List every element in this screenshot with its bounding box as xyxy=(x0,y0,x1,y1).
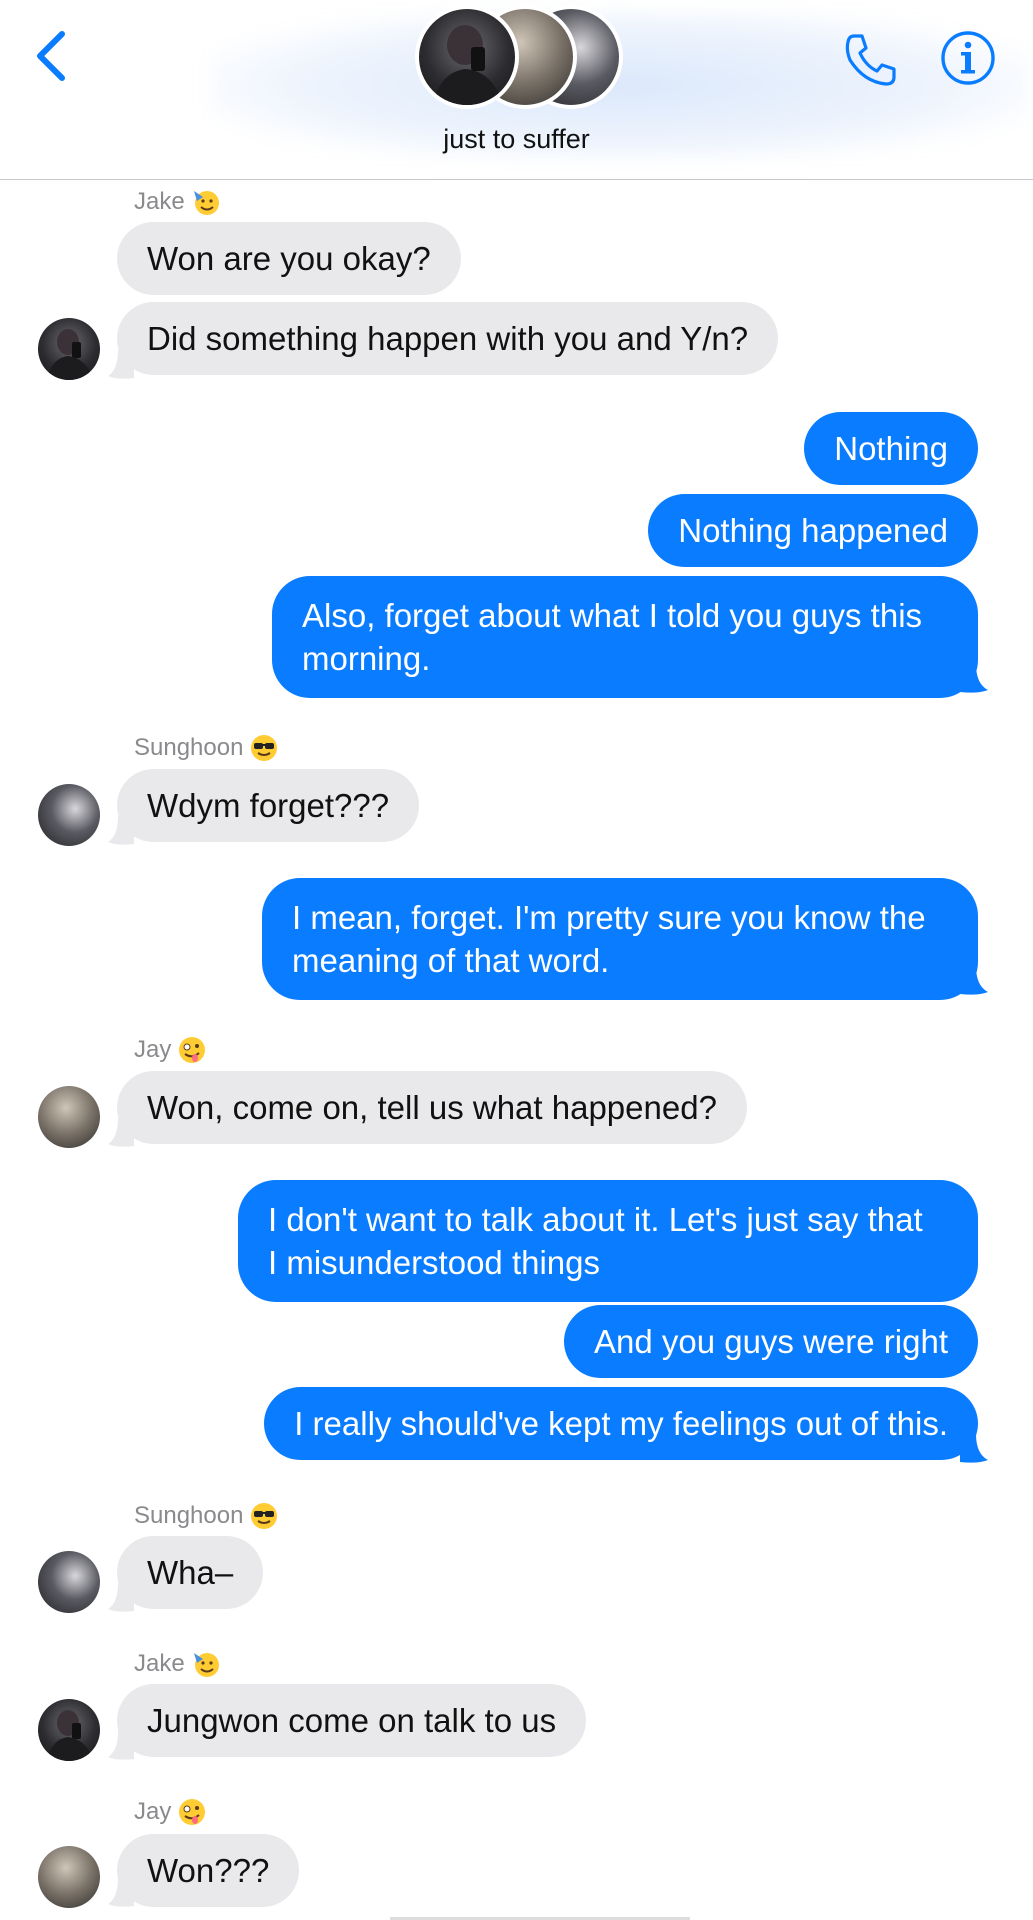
message-text-line: I mean, forget. I'm pretty sure you know… xyxy=(292,899,926,936)
sunglasses-face-emoji-icon xyxy=(251,1503,278,1529)
group-name[interactable]: just to suffer xyxy=(0,124,1033,155)
zany-face-emoji-icon xyxy=(179,1037,206,1063)
outgoing-message-bubble[interactable]: I don't want to talk about it. Let's jus… xyxy=(238,1180,978,1302)
avatar-jay[interactable] xyxy=(38,1086,100,1148)
sunglasses-face-emoji-icon xyxy=(251,735,278,761)
outgoing-message-bubble[interactable]: Also, forget about what I told you guys … xyxy=(272,576,978,698)
message-text: I really should've kept my feelings out … xyxy=(294,1405,948,1442)
outgoing-message-bubble[interactable]: Nothing xyxy=(804,412,978,485)
sender-label: Sunghoon xyxy=(134,734,244,761)
message-text: And you guys were right xyxy=(593,1323,948,1360)
outgoing-message-bubble[interactable]: And you guys were right xyxy=(563,1305,978,1378)
message-text: Nothing happened xyxy=(678,512,948,549)
sender-name: Jake xyxy=(134,1647,221,1681)
incoming-message-bubble[interactable]: Won??? xyxy=(117,1834,300,1907)
avatar-jay[interactable] xyxy=(38,1846,100,1908)
sender-name: Sunghoon xyxy=(134,1499,279,1533)
person-silhouette-icon xyxy=(46,1710,94,1761)
sender-name: Jay xyxy=(134,1033,207,1067)
conversation-header: just to suffer xyxy=(0,0,1033,180)
message-text: Jungwon come on talk to us xyxy=(147,1702,557,1739)
phone-icon xyxy=(845,34,896,86)
back-button[interactable] xyxy=(28,26,78,86)
message-text-line: Also, forget about what I told you guys … xyxy=(302,597,923,634)
person-silhouette-icon xyxy=(433,25,503,105)
incoming-message-bubble[interactable]: Did something happen with you and Y/n? xyxy=(117,302,779,375)
message-text: Won, come on, tell us what happened? xyxy=(147,1089,717,1126)
sender-name: Jake xyxy=(134,185,221,219)
avatar-jake[interactable] xyxy=(38,318,100,380)
outgoing-message-bubble[interactable]: Nothing happened xyxy=(648,494,978,567)
message-text-line: meaning of that word. xyxy=(292,942,610,979)
sender-label: Jay xyxy=(134,1798,172,1825)
person-silhouette-icon xyxy=(46,329,94,380)
partying-face-emoji-icon xyxy=(193,191,219,215)
message-text: Won??? xyxy=(147,1852,270,1889)
message-text-line: I don't want to talk about it. Let's jus… xyxy=(268,1201,923,1238)
incoming-message-bubble[interactable]: Won are you okay? xyxy=(117,222,461,295)
partying-face-emoji-icon xyxy=(193,1653,219,1677)
call-button[interactable] xyxy=(840,30,900,90)
outgoing-message-bubble[interactable]: I really should've kept my feelings out … xyxy=(264,1387,978,1460)
info-icon xyxy=(941,31,995,85)
message-text: Nothing xyxy=(834,430,948,467)
incoming-message-bubble[interactable]: Jungwon come on talk to us xyxy=(117,1684,587,1757)
message-text: Did something happen with you and Y/n? xyxy=(147,320,749,357)
sender-name: Jay xyxy=(134,1795,207,1829)
outgoing-message-bubble[interactable]: I mean, forget. I'm pretty sure you know… xyxy=(262,878,978,1000)
message-text: Wdym forget??? xyxy=(147,787,390,824)
chevron-left-icon xyxy=(37,31,65,81)
sender-name: Sunghoon xyxy=(134,731,279,765)
message-text: Wha– xyxy=(147,1554,234,1591)
incoming-message-bubble[interactable]: Wdym forget??? xyxy=(117,769,420,842)
sender-label: Jay xyxy=(134,1036,172,1063)
group-avatar-stack[interactable] xyxy=(415,5,625,109)
incoming-message-bubble[interactable]: Wha– xyxy=(117,1536,264,1609)
message-text-line: morning. xyxy=(302,640,431,677)
sender-label: Jake xyxy=(134,1650,185,1677)
sender-label: Sunghoon xyxy=(134,1502,244,1529)
avatar-sunghoon[interactable] xyxy=(38,1551,100,1613)
avatar-sunghoon[interactable] xyxy=(38,784,100,846)
group-avatar-1 xyxy=(415,5,519,109)
avatar-jake[interactable] xyxy=(38,1699,100,1761)
sender-label: Jake xyxy=(134,188,185,215)
message-text: Won are you okay? xyxy=(147,240,431,277)
message-text-line: I misunderstood things xyxy=(268,1244,601,1281)
zany-face-emoji-icon xyxy=(179,1799,206,1825)
incoming-message-bubble[interactable]: Won, come on, tell us what happened? xyxy=(117,1071,747,1144)
info-button[interactable] xyxy=(940,30,996,86)
